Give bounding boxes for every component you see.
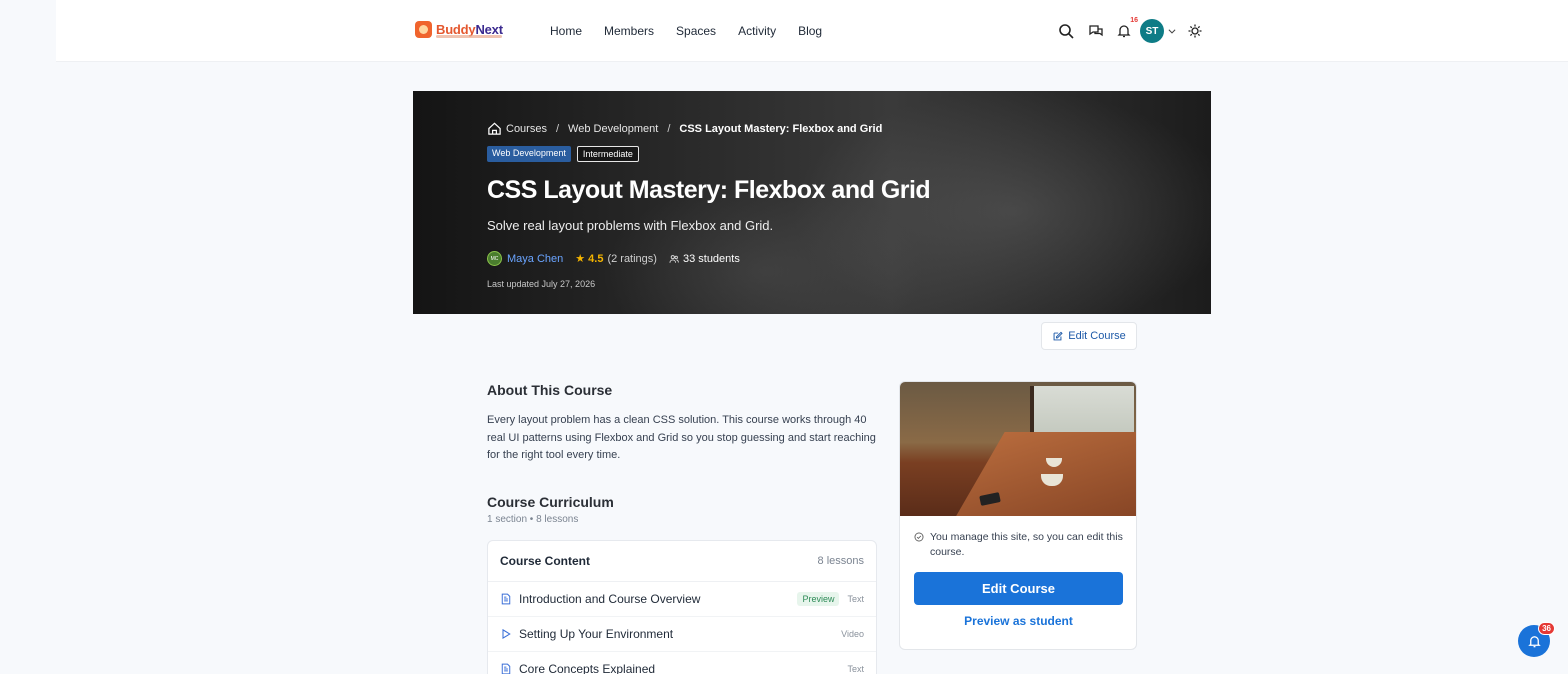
course-content-header[interactable]: Course Content 8 lessons	[488, 541, 876, 582]
lesson-type: Text	[847, 664, 864, 674]
category-tag[interactable]: Web Development	[487, 146, 571, 162]
edit-course-button[interactable]: Edit Course	[914, 572, 1123, 605]
bell-icon	[1527, 635, 1541, 647]
brand-mark-icon	[415, 21, 432, 38]
search-icon[interactable]	[1057, 22, 1075, 40]
play-icon	[502, 628, 511, 640]
brand-logo[interactable]: BuddyNext	[415, 21, 503, 38]
about-heading: About This Course	[487, 382, 613, 398]
brand-tagline-decoration	[436, 35, 502, 38]
preview-badge[interactable]: Preview	[797, 592, 840, 606]
nav-spaces[interactable]: Spaces	[676, 24, 716, 38]
course-subtitle: Solve real layout problems with Flexbox …	[487, 218, 774, 233]
check-circle-icon	[914, 532, 924, 542]
floating-notifications-button[interactable]: 36	[1518, 622, 1555, 657]
curriculum-heading: Course Curriculum	[487, 494, 614, 510]
course-thumbnail	[900, 382, 1136, 516]
theme-toggle-sun-icon[interactable]	[1186, 22, 1204, 40]
rating-value: 4.5	[588, 252, 604, 265]
last-updated: Last updated July 27, 2026	[487, 279, 596, 289]
floating-notifications-badge: 36	[1538, 622, 1555, 635]
lesson-title: Core Concepts Explained	[519, 662, 656, 674]
breadcrumb-separator: /	[555, 122, 560, 135]
course-side-card: You manage this site, so you can edit th…	[899, 381, 1137, 650]
lesson-row[interactable]: Introduction and Course Overview Preview…	[488, 582, 876, 617]
course-content-box: Course Content 8 lessons Introduction an…	[487, 540, 877, 674]
lesson-title: Introduction and Course Overview	[519, 592, 701, 606]
header-actions: 16 ST	[1057, 17, 1204, 43]
nav-blog[interactable]: Blog	[798, 24, 822, 38]
breadcrumb-separator: /	[667, 122, 671, 135]
nav-home[interactable]: Home	[550, 24, 582, 38]
lesson-type: Video	[841, 629, 864, 639]
lesson-row[interactable]: Setting Up Your Environment Video	[488, 617, 876, 652]
curriculum-summary: 1 section • 8 lessons	[487, 514, 579, 525]
level-tag: Intermediate	[576, 146, 639, 162]
user-avatar[interactable]: ST	[1140, 19, 1164, 43]
instructor-name[interactable]: Maya Chen	[507, 253, 563, 265]
breadcrumb-current: CSS Layout Mastery: Flexbox and Grid	[679, 122, 883, 135]
course-title: CSS Layout Mastery: Flexbox and Grid	[487, 176, 931, 204]
students-icon	[669, 254, 679, 263]
document-icon	[501, 663, 511, 674]
nav-members[interactable]: Members	[604, 24, 654, 38]
course-tags: Web Development Intermediate	[487, 146, 1137, 162]
instructor-avatar[interactable]: MC	[487, 251, 502, 266]
manage-note: You manage this site, so you can edit th…	[914, 530, 1126, 560]
course-hero: Courses / Web Development / CSS Layout M…	[413, 91, 1211, 314]
breadcrumb: Courses / Web Development / CSS Layout M…	[487, 121, 1137, 136]
chevron-down-icon[interactable]	[1166, 22, 1178, 40]
main-nav: Home Members Spaces Activity Blog	[550, 24, 822, 38]
notifications-icon[interactable]: 16	[1115, 17, 1139, 40]
manage-note-text: You manage this site, so you can edit th…	[930, 531, 1123, 558]
ratings-count: (2 ratings)	[607, 252, 657, 265]
notifications-count-badge: 16	[1129, 17, 1139, 24]
about-text: Every layout problem has a clean CSS sol…	[487, 414, 876, 461]
edit-icon	[1053, 331, 1063, 340]
lesson-row[interactable]: Core Concepts Explained Text	[488, 652, 876, 674]
edit-course-top-label: Edit Course	[1068, 330, 1126, 342]
course-content-count: 8 lessons	[817, 555, 864, 567]
star-icon: ★	[575, 253, 586, 265]
document-icon	[501, 593, 511, 605]
students-count: 33 students	[682, 252, 740, 265]
preview-as-student-link[interactable]: Preview as student	[914, 614, 1123, 628]
lesson-title: Setting Up Your Environment	[519, 627, 674, 641]
breadcrumb-courses[interactable]: Courses	[506, 123, 547, 135]
lesson-type: Text	[847, 594, 864, 604]
breadcrumb-category[interactable]: Web Development	[568, 123, 658, 135]
home-icon[interactable]	[487, 121, 502, 136]
thumbnail-table-shape	[935, 432, 1136, 516]
edit-course-top-button[interactable]: Edit Course	[1041, 322, 1137, 350]
course-meta: MC Maya Chen ★ 4.5 (2 ratings) 33 studen…	[487, 251, 1137, 266]
nav-activity[interactable]: Activity	[738, 24, 776, 38]
messages-icon[interactable]	[1087, 22, 1105, 40]
course-content-title: Course Content	[500, 554, 590, 568]
